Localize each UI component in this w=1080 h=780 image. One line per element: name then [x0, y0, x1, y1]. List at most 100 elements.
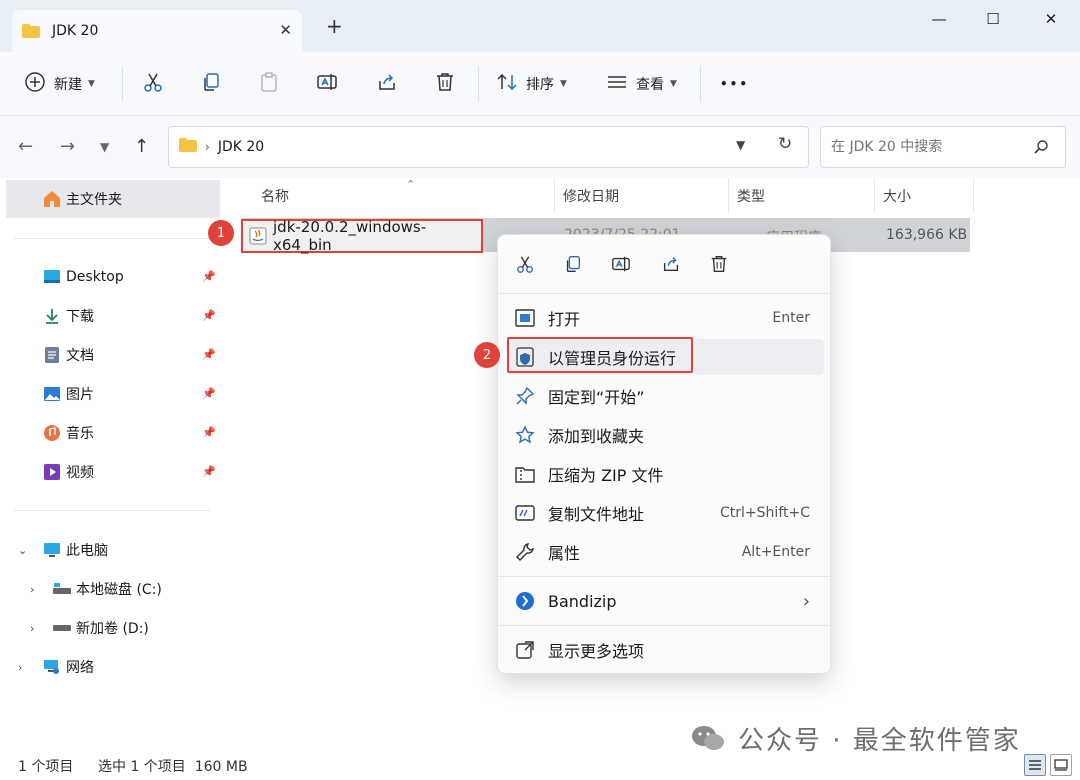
column-divider — [554, 178, 555, 212]
new-tab-button[interactable]: + — [326, 16, 343, 36]
folder-icon — [179, 138, 197, 156]
pin-icon[interactable]: 📌 — [202, 270, 216, 283]
details-view-icon[interactable] — [1024, 754, 1046, 776]
sidebar-item-label: 下载 — [66, 309, 94, 325]
menu-item-show-more-options[interactable]: 显示更多选项 — [508, 632, 824, 668]
chevron-down-icon: ▼ — [88, 79, 95, 89]
sidebar-item-documents[interactable]: 文档 — [42, 337, 94, 373]
search-box[interactable] — [820, 126, 1066, 168]
sidebar-item-label: 视频 — [66, 465, 94, 481]
rename-icon — [316, 71, 338, 97]
column-header-name[interactable]: 名称 — [261, 186, 289, 206]
pin-icon[interactable]: 📌 — [202, 309, 216, 322]
sidebar-item-pictures[interactable]: 图片 — [42, 376, 94, 412]
rename-button[interactable] — [316, 70, 338, 98]
tab-jdk20[interactable]: JDK 20 ✕ — [12, 10, 302, 52]
more-button[interactable]: ••• — [720, 70, 749, 98]
sidebar-item-drive-d[interactable]: 新加卷 (D:) — [52, 610, 149, 646]
sidebar-item-desktop[interactable]: Desktop — [42, 259, 124, 295]
ctx-copy-icon[interactable] — [562, 253, 584, 275]
breadcrumb-jdk20[interactable]: JDK 20 — [218, 139, 264, 155]
search-input[interactable] — [821, 127, 1021, 167]
menu-item-bandizip[interactable]: Bandizip › — [508, 583, 824, 619]
column-divider — [973, 178, 974, 212]
column-header-modified[interactable]: 修改日期 — [563, 186, 619, 206]
menu-divider — [498, 576, 830, 577]
video-icon — [42, 462, 62, 482]
minimize-button[interactable]: — — [928, 8, 950, 30]
sidebar-item-network[interactable]: 网络 — [42, 649, 94, 685]
address-history-chevron-icon[interactable]: ▼ — [736, 138, 745, 152]
pin-icon[interactable]: 📌 — [202, 426, 216, 439]
menu-item-label: 添加到收藏夹 — [548, 427, 645, 446]
view-button[interactable]: 查看 ▼ — [606, 70, 677, 98]
ctx-delete-icon[interactable] — [708, 253, 730, 275]
sidebar-item-videos[interactable]: 视频 — [42, 454, 94, 490]
address-bar[interactable]: › JDK 20 — [168, 126, 809, 168]
collapse-chevron-icon[interactable]: › — [30, 622, 34, 635]
expand-chevron-icon[interactable]: ⌄ — [18, 544, 27, 557]
bandizip-icon — [514, 590, 536, 612]
share-button[interactable] — [376, 70, 398, 98]
ctx-cut-icon[interactable] — [514, 253, 536, 275]
paste-button[interactable] — [258, 70, 280, 98]
column-header-size[interactable]: 大小 — [883, 186, 911, 206]
submenu-chevron-icon: › — [802, 590, 810, 612]
sidebar-item-drive-c[interactable]: 本地磁盘 (C:) — [52, 571, 162, 607]
menu-item-label: 压缩为 ZIP 文件 — [548, 466, 664, 485]
menu-item-label: Bandizip — [548, 591, 617, 611]
tab-close-icon[interactable]: ✕ — [279, 21, 292, 39]
sort-button[interactable]: 排序 ▼ — [496, 70, 567, 98]
ctx-share-icon[interactable] — [660, 253, 682, 275]
menu-item-shortcut: Ctrl+Shift+C — [720, 505, 810, 521]
sort-icon — [496, 71, 518, 97]
menu-item-add-favorites[interactable]: 添加到收藏夹 — [508, 417, 824, 453]
sidebar-item-downloads[interactable]: 下载 — [42, 298, 94, 334]
maximize-button[interactable]: ☐ — [982, 8, 1004, 30]
forward-arrow-icon[interactable]: → — [60, 136, 75, 157]
sidebar-item-home[interactable]: 主文件夹 — [6, 180, 220, 218]
menu-item-open[interactable]: 打开 Enter — [508, 300, 824, 336]
sidebar-item-label: 本地磁盘 (C:) — [76, 582, 162, 598]
command-bar: 新建 ▼ 排序 ▼ 查看 ▼ ••• — [0, 52, 1080, 116]
pin-icon[interactable]: 📌 — [202, 387, 216, 400]
annotation-highlight-box — [507, 337, 693, 373]
copy-button[interactable] — [200, 70, 222, 98]
sidebar-item-label: 新加卷 (D:) — [76, 621, 149, 637]
tiles-view-icon[interactable] — [1050, 754, 1072, 776]
menu-item-pin-to-start[interactable]: 固定到“开始” — [508, 378, 824, 414]
chevron-down-icon: ▼ — [560, 79, 567, 89]
recent-chevron-icon[interactable]: ▼ — [100, 140, 109, 154]
sort-chevron-icon: ⌃ — [406, 178, 416, 191]
collapse-chevron-icon[interactable]: › — [18, 661, 22, 674]
home-icon — [42, 189, 62, 209]
ctx-rename-icon[interactable] — [610, 253, 632, 275]
wrench-icon — [514, 541, 536, 563]
collapse-chevron-icon[interactable]: › — [30, 583, 34, 596]
sidebar-item-this-pc[interactable]: 此电脑 — [42, 532, 108, 568]
file-item-jdk-installer[interactable]: jdk-20.0.2_windows-x64_bin — [241, 218, 483, 254]
menu-item-copy-path[interactable]: 复制文件地址 Ctrl+Shift+C — [508, 495, 824, 531]
menu-divider — [498, 625, 830, 626]
sidebar-item-label: 主文件夹 — [66, 192, 122, 208]
menu-item-label: 显示更多选项 — [548, 642, 645, 661]
back-arrow-icon[interactable]: ← — [18, 136, 33, 157]
menu-item-compress-zip[interactable]: 压缩为 ZIP 文件 — [508, 456, 824, 492]
menu-item-properties[interactable]: 属性 Alt+Enter — [508, 534, 824, 570]
external-window-icon — [514, 639, 536, 661]
toolbar-divider — [478, 66, 479, 102]
delete-button[interactable] — [434, 70, 456, 98]
sidebar-item-music[interactable]: 音乐 — [42, 415, 94, 451]
refresh-icon[interactable]: ↻ — [778, 134, 792, 154]
pin-icon[interactable]: 📌 — [202, 465, 216, 478]
close-window-button[interactable]: ✕ — [1040, 8, 1062, 30]
context-menu: 打开 Enter 以管理员身份运行 固定到“开始” 添加到收藏夹 压缩为 ZIP… — [497, 234, 831, 674]
up-arrow-icon[interactable]: ↑ — [134, 136, 149, 157]
cut-button[interactable] — [142, 70, 164, 98]
trash-icon — [434, 71, 456, 97]
pin-icon[interactable]: 📌 — [202, 348, 216, 361]
new-button[interactable]: 新建 ▼ — [24, 70, 95, 98]
watermark-text: 公众号 · 最全软件管家 — [738, 725, 1021, 756]
column-header-type[interactable]: 类型 — [737, 186, 765, 206]
search-icon — [1033, 139, 1049, 159]
